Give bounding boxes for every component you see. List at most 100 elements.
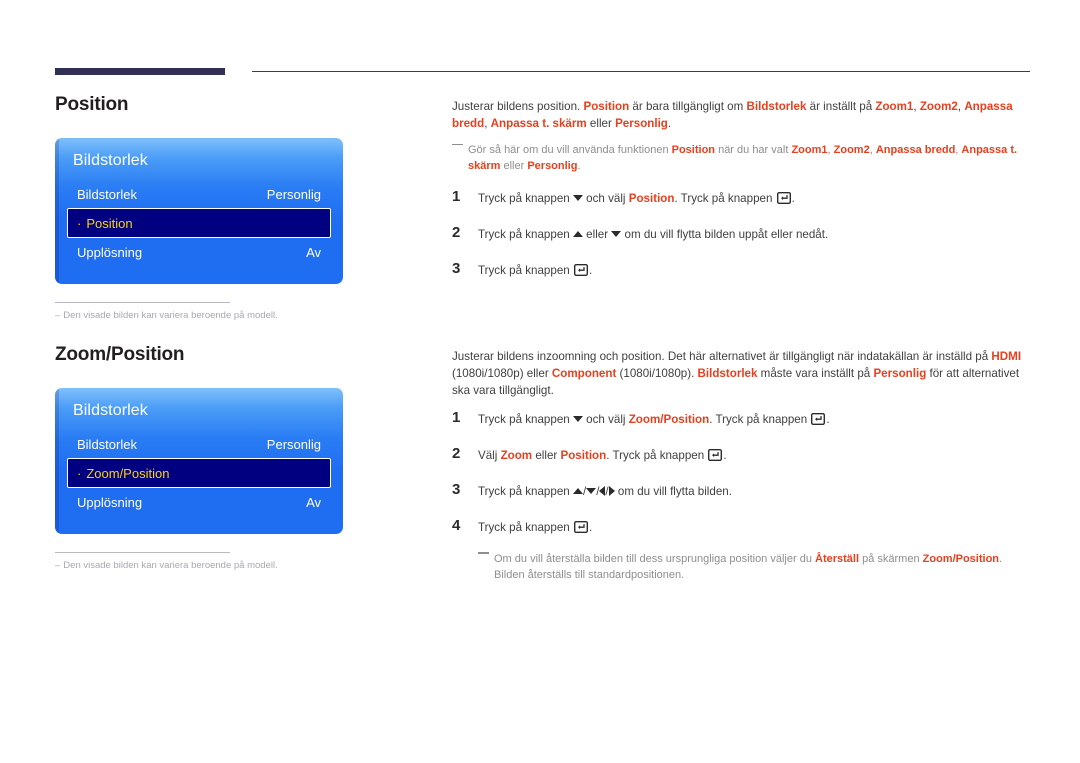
- highlight-term: Zoom2: [919, 100, 958, 113]
- figure-caption-position: – Den visade bilden kan variera beroende …: [55, 302, 278, 322]
- step-text: Tryck på knappen och välj Zoom/Position.…: [478, 410, 1030, 429]
- enter-key-icon: [776, 192, 791, 205]
- text-run: eller: [586, 117, 616, 131]
- steps-zoom-position: 1 Tryck på knappen och välj Zoom/Position…: [452, 410, 1030, 536]
- step-number: 3: [452, 481, 461, 499]
- step-text: Tryck på knappen .: [478, 261, 1030, 280]
- osd-panel-title: Bildstorlek: [73, 152, 148, 169]
- note-text: Gör så här om du vill använda funktionen…: [468, 144, 1017, 172]
- text-run: är bara tillgängligt om: [629, 100, 747, 113]
- osd-row-value: Av: [306, 494, 321, 510]
- text-run: . Tryck på knappen: [709, 413, 811, 427]
- step-number: 2: [452, 445, 461, 463]
- osd-row-selected[interactable]: · Zoom/Position: [67, 458, 331, 488]
- steps-position: 1 Tryck på knappen och välj Position. Try…: [452, 189, 1030, 279]
- instruction-step: 1 Tryck på knappen och välj Position. Try…: [452, 189, 1030, 208]
- highlight-term: Zoom1: [791, 144, 828, 157]
- step-text: Välj Zoom eller Position. Tryck på knapp…: [478, 446, 1030, 465]
- osd-row[interactable]: Upplösning Av: [67, 238, 331, 266]
- caption-divider: [55, 552, 230, 553]
- step-number: 1: [452, 409, 461, 427]
- text-run: . Tryck på knappen: [606, 449, 708, 463]
- highlight-term: Position: [560, 449, 607, 463]
- highlight-term: Zoom2: [833, 144, 870, 157]
- osd-row-value: Av: [306, 244, 321, 260]
- triangle-up-icon: [572, 488, 583, 494]
- text-run: och välj: [582, 413, 629, 427]
- step-text: Tryck på knappen och välj Position. Tryc…: [478, 189, 1030, 208]
- section-position-right: Justerar bildens position. Position är b…: [452, 98, 1030, 297]
- osd-row-selected[interactable]: · Position: [67, 208, 331, 238]
- note-position: Gör så här om du vill använda funktionen…: [452, 143, 1030, 175]
- step-text: Tryck på knappen / / / om du vill flytta b…: [478, 482, 1030, 501]
- text-run: Välj: [478, 449, 501, 463]
- page-title-position: Position: [55, 94, 129, 115]
- osd-row-label-text: Bildstorlek: [77, 186, 137, 202]
- triangle-down-icon: [572, 195, 583, 202]
- header-rule-line: [252, 71, 1030, 72]
- text-run: .: [723, 449, 727, 463]
- text-run: om du vill flytta bilden uppåt eller ned…: [621, 227, 829, 241]
- osd-row-label: Bildstorlek: [77, 187, 137, 202]
- text-run: Tryck på knappen: [478, 413, 573, 427]
- section-zoom-position-right: Justerar bildens inzoomning och position…: [452, 348, 1030, 598]
- osd-menu-position: Bildstorlek Bildstorlek Personlig · Positio…: [55, 138, 343, 284]
- text-run: Om du vill återställa bilden till dess u…: [494, 552, 815, 565]
- text-run: Tryck på knappen: [478, 485, 573, 499]
- text-run: .: [826, 413, 830, 427]
- text-run: (1080i/1080p).: [616, 367, 698, 381]
- instruction-step: 2 Tryck på knappen eller om du vill flytt…: [452, 225, 1030, 244]
- text-run: eller: [500, 160, 528, 173]
- osd-row-value: Personlig: [266, 186, 321, 202]
- text-run: eller: [532, 449, 561, 463]
- highlight-term: Zoom1: [875, 100, 914, 113]
- enter-key-icon: [573, 520, 588, 533]
- highlight-term: Personlig: [615, 117, 668, 131]
- step-text: Tryck på knappen eller om du vill flytta…: [478, 225, 1030, 244]
- highlight-term: Personlig: [873, 367, 927, 381]
- highlight-term: Position: [583, 100, 630, 113]
- osd-row[interactable]: Bildstorlek Personlig: [67, 430, 331, 458]
- osd-row-label: · Position: [77, 216, 133, 231]
- step-number: 3: [452, 259, 461, 277]
- osd-row-label-text: Upplösning: [77, 244, 143, 260]
- triangle-right-icon: [608, 486, 615, 496]
- instruction-step: 3 Tryck på knappen / / / om du vill flytta …: [452, 482, 1030, 501]
- text-run: är inställt på: [806, 100, 876, 113]
- osd-row-label: Bildstorlek: [77, 437, 137, 452]
- highlight-term: Återställ: [815, 552, 860, 565]
- step-number: 2: [452, 223, 461, 241]
- text-run: .: [667, 117, 672, 131]
- footnote-zoom-position: Om du vill återställa bilden till dess u…: [478, 552, 1030, 584]
- enter-key-icon: [573, 263, 588, 276]
- highlight-term: Position: [671, 144, 716, 157]
- step-number: 4: [452, 516, 461, 534]
- figure-caption-zoom-position: – Den visade bilden kan variera beroende …: [55, 552, 278, 572]
- text-run: Tryck på knappen: [478, 263, 573, 277]
- text-run: när du har valt: [715, 144, 792, 157]
- highlight-term: Component: [551, 367, 617, 381]
- step-text: Tryck på knappen .: [478, 518, 1030, 537]
- osd-row[interactable]: Bildstorlek Personlig: [67, 180, 331, 208]
- triangle-up-icon: [572, 230, 583, 237]
- text-run: på skärmen: [859, 552, 923, 565]
- text-run: måste vara inställt på: [757, 367, 874, 381]
- header-rule-block: [55, 68, 225, 75]
- note-dash-icon: [452, 143, 463, 146]
- osd-panel-title: Bildstorlek: [73, 402, 148, 419]
- instruction-step: 1 Tryck på knappen och välj Zoom/Position…: [452, 410, 1030, 429]
- instruction-step: 3 Tryck på knappen .: [452, 261, 1030, 280]
- text-run: .: [791, 192, 795, 206]
- osd-row[interactable]: Upplösning Av: [67, 488, 331, 516]
- highlight-term: Personlig: [527, 160, 578, 173]
- intro-paragraph-position: Justerar bildens position. Position är b…: [452, 98, 1030, 132]
- osd-row-label-text: Upplösning: [77, 494, 143, 510]
- footnote-text: Om du vill återställa bilden till dess u…: [494, 553, 1002, 581]
- highlight-term: Zoom/Position: [922, 552, 1000, 565]
- osd-row-label: Upplösning: [77, 245, 142, 260]
- text-run: eller: [582, 227, 612, 241]
- section-zoom-position-left: Zoom/Position Bildstorlek Bildstorlek Per…: [55, 344, 425, 572]
- caption-text: Den visade bilden kan variera beroende p…: [63, 310, 278, 321]
- osd-bullet-icon: ·: [77, 215, 82, 231]
- text-run: (1080i/1080p) eller: [452, 367, 552, 381]
